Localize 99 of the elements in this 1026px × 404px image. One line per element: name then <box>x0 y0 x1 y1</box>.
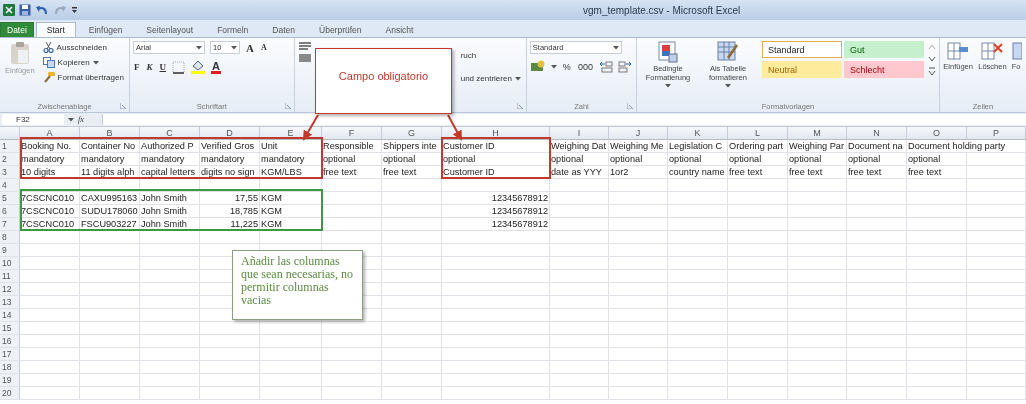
column-header[interactable]: O <box>907 127 967 140</box>
row-header[interactable]: 2 <box>0 153 20 166</box>
row-header[interactable]: 18 <box>0 361 20 374</box>
delete-cells-icon <box>981 41 1004 61</box>
cell-style-swatch[interactable]: Neutral <box>762 61 842 78</box>
excel-icon <box>3 4 15 16</box>
row-header[interactable]: 17 <box>0 348 20 361</box>
table-highlight-icon <box>658 41 678 63</box>
caret-icon <box>665 84 671 89</box>
font-color-button[interactable]: A <box>211 60 221 74</box>
ribbon-tab[interactable]: Einfügen <box>77 22 134 37</box>
scissors-icon <box>42 42 54 53</box>
row-header[interactable]: 11 <box>0 270 20 283</box>
merge-center-button[interactable]: und zentrieren <box>458 72 523 85</box>
caret-icon <box>231 45 237 50</box>
row-header[interactable]: 14 <box>0 309 20 322</box>
insert-cells-icon <box>947 41 970 61</box>
table-brush-icon <box>717 41 739 63</box>
format-painter-button[interactable]: Format übertragen <box>40 71 126 84</box>
caret-icon <box>92 60 99 65</box>
ribbon-tab[interactable]: Seitenlayout <box>135 22 205 37</box>
row-header[interactable]: 15 <box>0 322 20 335</box>
column-header[interactable]: J <box>609 127 668 140</box>
ribbon-tab[interactable]: Datei <box>0 22 34 37</box>
fill-color-icon[interactable] <box>190 60 206 74</box>
caret-icon <box>612 45 619 50</box>
arrow <box>303 114 319 141</box>
row-header[interactable]: 3 <box>0 166 20 179</box>
callout: Campo obligatorio <box>315 48 452 114</box>
row-header[interactable]: 20 <box>0 387 20 400</box>
ribbon-tab[interactable]: Formeln <box>206 22 260 37</box>
format-cells-icon <box>1011 41 1022 61</box>
align-top-icon[interactable] <box>297 41 312 51</box>
cut-button[interactable]: Ausschneiden <box>40 41 126 54</box>
column-header[interactable]: G <box>382 127 442 140</box>
cell-style-swatch[interactable]: Schlecht <box>844 61 924 78</box>
row-header[interactable]: 4 <box>0 179 20 192</box>
customize-icon[interactable] <box>71 5 78 15</box>
ribbon-tab[interactable]: Start <box>35 22 76 37</box>
column-header[interactable]: N <box>847 127 907 140</box>
cell-style-swatch[interactable]: Standard <box>762 41 842 58</box>
dialog-launcher-icon[interactable] <box>516 103 523 109</box>
column-header[interactable]: I <box>550 127 609 140</box>
column-header[interactable]: F <box>322 127 382 140</box>
expand-gallery-icon[interactable] <box>928 65 936 77</box>
table-cell: Weighing Par <box>788 140 847 153</box>
caret-icon[interactable] <box>68 117 74 122</box>
currency-icon[interactable] <box>529 60 546 73</box>
cell-style-swatch[interactable]: Gut <box>844 41 924 58</box>
clipboard-icon <box>9 41 30 65</box>
function-label[interactable]: fx <box>78 115 98 124</box>
dialog-launcher-icon[interactable] <box>627 103 633 109</box>
row-header[interactable]: 7 <box>0 218 20 231</box>
formula-field[interactable] <box>102 114 1026 125</box>
caret-icon <box>514 76 521 81</box>
row-header[interactable]: 9 <box>0 244 20 257</box>
name-box[interactable]: F32 <box>2 114 64 125</box>
table-cell: Weighing Dat <box>550 140 609 153</box>
caret-icon <box>725 84 731 89</box>
row-header[interactable]: 16 <box>0 335 20 348</box>
wrap-text-button[interactable]: ruch <box>458 49 523 62</box>
ribbon-tab[interactable]: Überprüfen <box>308 22 373 37</box>
row-header[interactable]: 19 <box>0 374 20 387</box>
underline-button[interactable]: U <box>158 62 167 72</box>
arrow <box>447 114 462 141</box>
undo-icon[interactable] <box>35 4 49 16</box>
copy-button[interactable]: Kopieren <box>40 56 126 69</box>
ribbon-tab[interactable]: Ansicht <box>374 22 425 37</box>
note: Añadir las columnas que sean necesarias, no permitir columnas vacias <box>232 250 363 320</box>
table-cell: country name <box>668 166 728 179</box>
grow-font-button[interactable]: A <box>245 41 255 54</box>
copy-icon <box>42 57 55 68</box>
row-header[interactable]: 1 <box>0 140 20 153</box>
column-header[interactable]: K <box>668 127 728 140</box>
dialog-launcher-icon[interactable] <box>284 103 291 109</box>
dialog-launcher-icon[interactable] <box>120 103 126 109</box>
save-icon[interactable] <box>19 4 31 16</box>
percent-button[interactable]: % <box>561 61 572 72</box>
row-header[interactable]: 6 <box>0 205 20 218</box>
bold-button[interactable]: F <box>133 62 141 72</box>
row-header[interactable]: 5 <box>0 192 20 205</box>
ribbon-tab[interactable]: Daten <box>261 22 307 37</box>
italic-button[interactable]: K <box>145 62 154 72</box>
caret-icon <box>196 45 202 50</box>
caret-icon[interactable] <box>550 64 557 69</box>
row-header[interactable]: 13 <box>0 296 20 309</box>
window-title: vgm_template.csv - Microsoft Excel <box>583 4 741 16</box>
column-header[interactable]: L <box>728 127 788 140</box>
thousands-button[interactable]: 000 <box>576 61 594 72</box>
border-icon[interactable] <box>172 60 185 74</box>
column-header[interactable]: P <box>967 127 1026 140</box>
column-header[interactable]: M <box>788 127 847 140</box>
decrease-decimal-icon[interactable] <box>617 60 632 73</box>
row-header[interactable]: 8 <box>0 231 20 244</box>
shrink-font-button[interactable]: A <box>259 43 268 52</box>
increase-decimal-icon[interactable] <box>598 60 613 73</box>
row-header[interactable]: 10 <box>0 257 20 270</box>
row-header[interactable]: 12 <box>0 283 20 296</box>
brush-icon <box>42 72 55 83</box>
